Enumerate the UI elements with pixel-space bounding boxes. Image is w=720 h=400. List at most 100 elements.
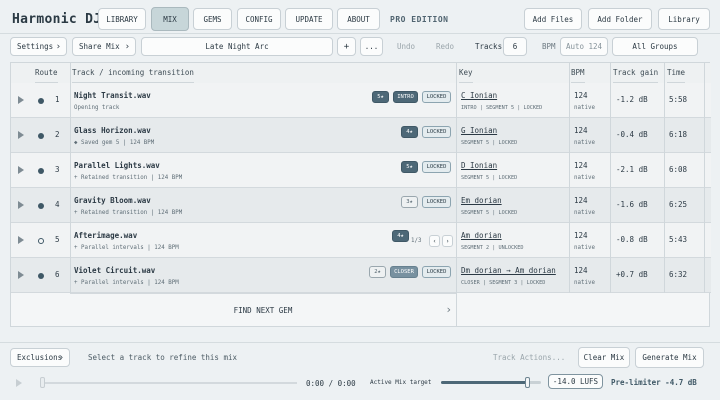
key-link[interactable]: D Ionian <box>461 161 497 170</box>
time-value: 6:18 <box>669 130 688 139</box>
route-node[interactable] <box>38 203 44 209</box>
track-title[interactable]: Glass Horizon.wav <box>74 126 151 135</box>
playback-time: 0:00 / 0:00 <box>306 379 356 388</box>
rating-chip[interactable]: 2★ <box>369 266 386 278</box>
track-title[interactable]: Parallel Lights.wav <box>74 161 160 170</box>
column-divider <box>704 63 705 293</box>
route-node[interactable] <box>38 273 44 279</box>
key-link[interactable]: G Ionian <box>461 126 497 135</box>
rating-chip[interactable]: 3★ <box>401 196 418 208</box>
locked-chip[interactable]: LOCKED <box>422 196 451 208</box>
route-node[interactable] <box>38 238 44 244</box>
key-link[interactable]: Em dorian <box>461 196 502 205</box>
row-play-icon[interactable] <box>18 166 24 174</box>
tab-about[interactable]: ABOUT <box>337 8 380 30</box>
lufs-readout[interactable]: -14.0 LUFS <box>548 374 603 389</box>
key-link[interactable]: C Ionian <box>461 91 497 100</box>
target-label: Active Mix target <box>370 379 432 386</box>
track-title[interactable]: Violet Circuit.wav <box>74 266 155 275</box>
locked-chip[interactable]: LOCKED <box>422 266 451 278</box>
redo-button[interactable]: Redo <box>436 42 454 51</box>
settings-button[interactable]: Settings › <box>10 37 67 56</box>
gain-value[interactable]: +0.7 dB <box>616 270 648 279</box>
chevron-right-icon: › <box>58 352 64 363</box>
tab-gems[interactable]: GEMS <box>193 8 232 30</box>
track-title[interactable]: Night Transit.wav <box>74 91 151 100</box>
exclusions-button[interactable]: Exclusions › <box>10 348 70 367</box>
gain-value[interactable]: -0.8 dB <box>616 235 648 244</box>
share-mix-label: Share Mix <box>79 42 120 51</box>
track-transition: ◆ Saved gem 5 | 124 BPM <box>74 140 155 146</box>
undo-button[interactable]: Undo <box>397 42 415 51</box>
exclusions-label: Exclusions <box>17 353 63 362</box>
target-slider[interactable] <box>441 377 541 388</box>
tab-library[interactable]: LIBRARY <box>98 8 146 30</box>
table-row[interactable]: 1 Night Transit.wav Opening track LOCKED INT… <box>11 83 711 118</box>
gain-value[interactable]: -2.1 dB <box>616 165 648 174</box>
column-divider <box>610 63 611 293</box>
table-row[interactable]: 4 Gravity Bloom.wav + Retained transition … <box>11 188 711 223</box>
tab-config[interactable]: CONFIG <box>237 8 281 30</box>
track-actions-button[interactable]: Track Actions... <box>493 353 565 362</box>
time-value: 6:25 <box>669 200 688 209</box>
bpm-label: BPM <box>542 42 556 51</box>
row-play-icon[interactable] <box>18 201 24 209</box>
all-groups-select[interactable]: All Groups <box>612 37 698 56</box>
tracks-count-field[interactable]: 6 <box>503 37 527 56</box>
next-option-button[interactable]: › <box>442 235 453 247</box>
locked-chip[interactable]: LOCKED <box>422 161 451 173</box>
locked-chip[interactable]: LOCKED <box>422 126 451 138</box>
row-play-icon[interactable] <box>18 131 24 139</box>
rating-chip[interactable]: 4★ <box>401 126 418 138</box>
library-button[interactable]: Library <box>658 8 710 30</box>
route-node[interactable] <box>38 98 44 104</box>
row-play-icon[interactable] <box>18 96 24 104</box>
key-link[interactable]: Am dorian <box>461 231 502 240</box>
row-play-icon[interactable] <box>18 271 24 279</box>
table-row[interactable]: 3 Parallel Lights.wav + Retained transitio… <box>11 153 711 188</box>
prev-option-button[interactable]: ‹ <box>429 235 440 247</box>
app-logo: Harmonic DJ <box>12 12 102 27</box>
table-row[interactable]: 2 Glass Horizon.wav ◆ Saved gem 5 | 124 BP… <box>11 118 711 153</box>
track-number: 4 <box>55 200 60 209</box>
route-node[interactable] <box>38 133 44 139</box>
column-divider <box>569 63 570 293</box>
settings-label: Settings <box>17 42 54 51</box>
find-next-gem-button[interactable]: FIND NEXT GEM › <box>70 293 456 326</box>
track-title[interactable]: Gravity Bloom.wav <box>74 196 151 205</box>
clear-mix-button[interactable]: Clear Mix <box>578 347 630 368</box>
share-mix-button[interactable]: Share Mix › <box>72 37 136 56</box>
route-node[interactable] <box>38 168 44 174</box>
mix-name-field[interactable]: Late Night Arc <box>141 37 333 56</box>
tab-mix[interactable]: MIX <box>151 7 189 31</box>
table-row[interactable]: 6 Violet Circuit.wav + Parallel intervals … <box>11 258 711 293</box>
key-details: SEGMENT 5 | LOCKED <box>461 175 518 181</box>
bpm-input[interactable]: Auto 124 <box>560 37 608 56</box>
playback-track[interactable] <box>42 382 297 384</box>
header-divider <box>0 33 720 34</box>
target-slider-handle[interactable] <box>525 377 530 388</box>
closer-chip: CLOSER <box>390 266 418 278</box>
add-folder-button[interactable]: Add Folder <box>588 8 652 30</box>
bpm-value: 124 <box>574 266 588 275</box>
chevron-right-icon: › <box>445 303 452 316</box>
locked-chip[interactable]: LOCKED <box>422 91 451 103</box>
rating-chip[interactable]: 5★ <box>372 91 389 103</box>
key-details: SEGMENT 5 | LOCKED <box>461 140 518 146</box>
generate-mix-button[interactable]: Generate Mix <box>635 347 704 368</box>
track-title[interactable]: Afterimage.wav <box>74 231 137 240</box>
add-mix-button[interactable]: + <box>337 37 356 56</box>
add-files-button[interactable]: Add Files <box>524 8 582 30</box>
rating-chip[interactable]: 4★ <box>392 230 409 242</box>
tab-update[interactable]: UPDATE <box>285 8 333 30</box>
gain-value[interactable]: -1.6 dB <box>616 200 648 209</box>
player-play-icon[interactable] <box>16 379 22 387</box>
gain-value[interactable]: -1.2 dB <box>616 95 648 104</box>
table-row[interactable]: 5 Afterimage.wav + Parallel intervals | 12… <box>11 223 711 258</box>
rating-chip[interactable]: 5★ <box>401 161 418 173</box>
row-play-icon[interactable] <box>18 236 24 244</box>
key-link[interactable]: Dm dorian → Am dorian <box>461 266 556 275</box>
more-button[interactable]: ... <box>360 37 383 56</box>
gain-value[interactable]: -0.4 dB <box>616 130 648 139</box>
playback-handle[interactable] <box>40 377 45 388</box>
